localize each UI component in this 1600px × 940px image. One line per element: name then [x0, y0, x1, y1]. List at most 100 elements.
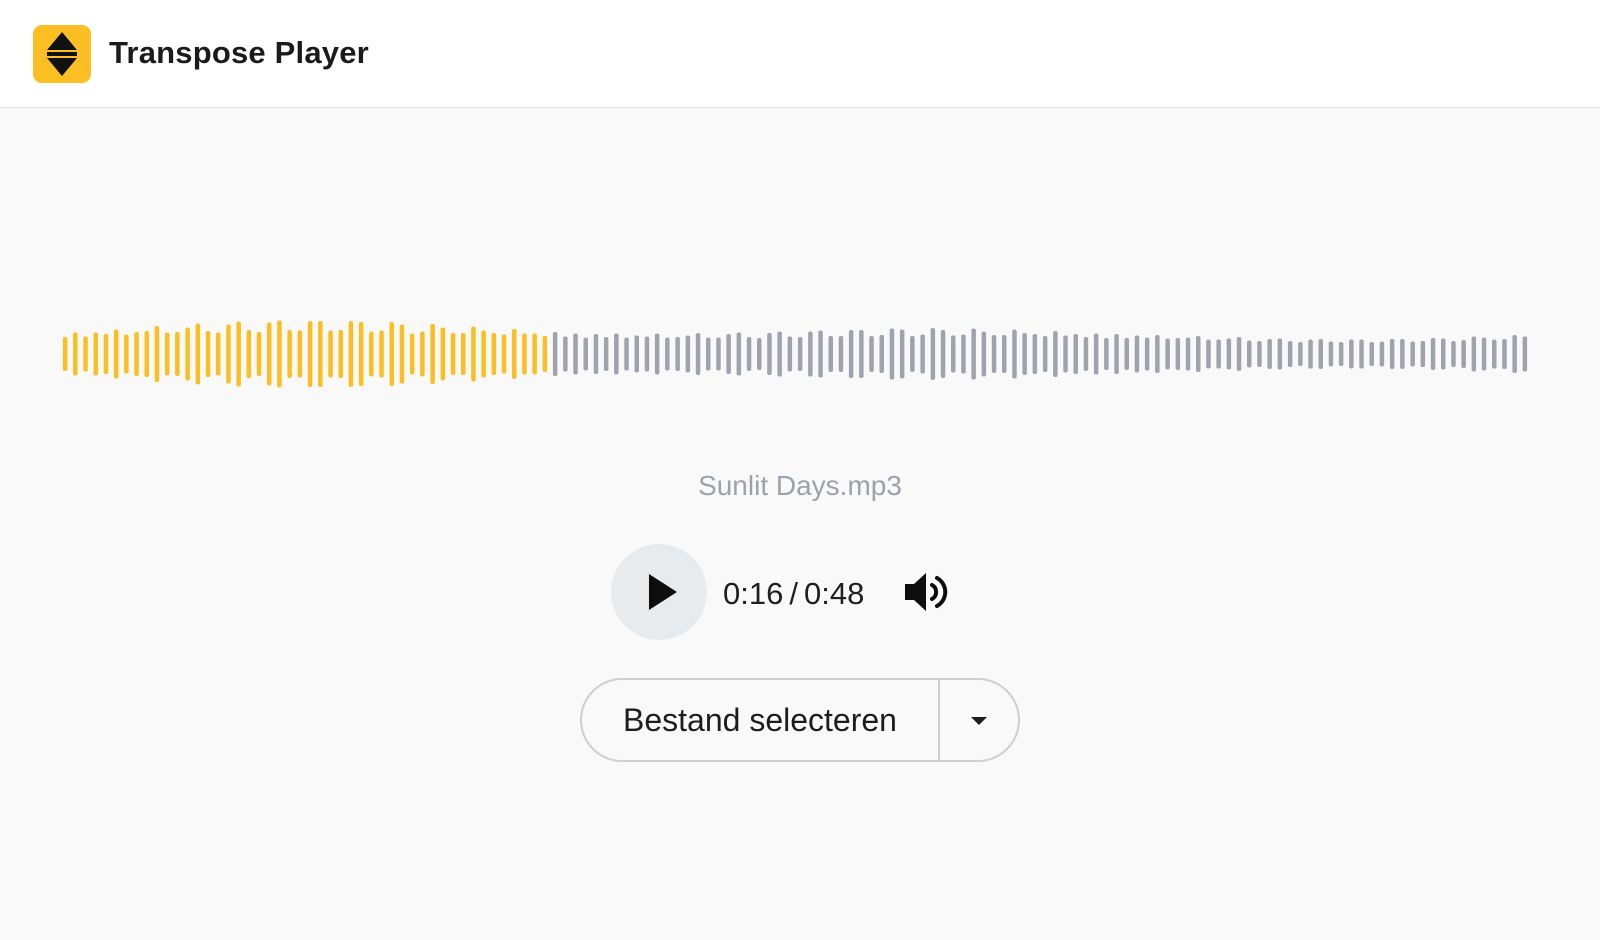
waveform-bar — [685, 335, 691, 373]
waveform-bar — [216, 332, 221, 376]
file-options-dropdown[interactable] — [940, 680, 1018, 760]
waveform-bar — [175, 332, 180, 376]
waveform-bar — [726, 334, 731, 374]
waveform-bar — [716, 337, 721, 371]
waveform-bar — [1328, 341, 1334, 367]
waveform-bar — [154, 326, 160, 382]
waveform-bar — [1226, 338, 1232, 370]
waveform-bar — [348, 321, 354, 387]
waveform-bar — [236, 321, 241, 387]
waveform-bar — [1512, 335, 1517, 373]
waveform-bar — [1022, 333, 1027, 375]
waveform-seekbar[interactable] — [60, 316, 1530, 392]
waveform-bar — [930, 328, 936, 380]
waveform-bar — [297, 330, 303, 378]
waveform-bar — [369, 331, 374, 377]
waveform-bar — [328, 330, 333, 378]
waveform-bar — [828, 336, 833, 372]
waveform-bar — [501, 334, 507, 374]
waveform-bar — [624, 337, 629, 371]
waveform-bar — [73, 332, 78, 376]
time-separator: / — [789, 576, 798, 611]
waveform-bar — [1002, 335, 1007, 373]
waveform-bar — [634, 335, 639, 373]
waveform-bar — [399, 324, 405, 384]
waveform-bar — [818, 330, 823, 378]
waveform-bar — [1349, 339, 1354, 369]
waveform-bar — [1073, 334, 1078, 374]
waveform-bar — [461, 333, 466, 375]
waveform-bar — [961, 334, 966, 374]
waveform-bar — [338, 330, 343, 378]
waveform-bar — [1389, 339, 1395, 369]
waveform-bar — [951, 335, 956, 373]
waveform-bar — [1369, 342, 1374, 366]
select-file-button[interactable]: Bestand selecteren — [582, 680, 940, 760]
waveform-bar — [1083, 337, 1089, 371]
waveform-bar — [1359, 339, 1364, 369]
waveform-bar — [246, 330, 252, 378]
waveform-bar — [665, 337, 670, 371]
waveform-bar — [481, 330, 486, 378]
waveform-bar — [1134, 335, 1140, 373]
waveform-bars — [62, 320, 1528, 388]
waveform-bar — [522, 333, 527, 375]
waveform-bar — [93, 332, 98, 376]
waveform-bar — [226, 324, 231, 384]
waveform-bar — [1063, 335, 1068, 373]
waveform-bar — [1492, 339, 1497, 369]
waveform-bar — [103, 334, 109, 374]
caret-down-icon — [971, 717, 987, 725]
waveform-bar — [389, 322, 394, 386]
file-select-group: Bestand selecteren — [580, 678, 1020, 762]
current-time: 0:16 — [723, 576, 784, 611]
waveform-bar — [981, 331, 987, 377]
waveform-bar — [1318, 339, 1323, 369]
waveform-bar — [603, 337, 609, 371]
waveform-bar — [654, 333, 660, 375]
volume-high-icon — [905, 573, 948, 611]
waveform-bar — [767, 333, 772, 375]
waveform-bar — [869, 336, 874, 372]
waveform-bar — [1522, 336, 1528, 372]
waveform-bar — [1124, 338, 1129, 370]
waveform-bar — [1012, 329, 1017, 379]
waveform-bar — [675, 337, 680, 371]
waveform-bar — [430, 324, 435, 384]
waveform-bar — [848, 330, 854, 378]
waveform-bar — [777, 331, 782, 377]
waveform-bar — [379, 330, 384, 378]
waveform-bar — [1308, 339, 1313, 369]
track-filename: Sunlit Days.mp3 — [698, 470, 902, 501]
waveform-bar — [134, 332, 139, 376]
volume-button[interactable] — [903, 569, 953, 615]
waveform-bar — [267, 322, 272, 386]
waveform-bar — [706, 337, 711, 371]
playback-controls: 0:16/0:48 — [611, 544, 1011, 640]
waveform-bar — [1185, 337, 1191, 371]
waveform-bar — [1155, 335, 1160, 373]
waveform-bar — [307, 321, 313, 387]
up-down-arrows-icon — [47, 32, 77, 76]
waveform-bar — [205, 331, 211, 377]
waveform-bar — [736, 332, 742, 376]
waveform-bar — [644, 336, 650, 372]
waveform-bar — [532, 333, 537, 375]
waveform-bar — [1410, 341, 1415, 367]
waveform-bar — [787, 336, 793, 372]
waveform-bar — [1287, 341, 1293, 367]
waveform-bar — [920, 334, 925, 374]
duration: 0:48 — [803, 576, 865, 611]
waveform-bar — [195, 323, 201, 385]
waveform-bar — [1165, 338, 1170, 370]
waveform-bar — [1338, 342, 1344, 366]
waveform-bar — [797, 337, 803, 371]
play-icon — [649, 574, 677, 610]
waveform-bar — [879, 335, 884, 373]
play-button[interactable] — [611, 544, 707, 640]
waveform-bar — [1298, 342, 1303, 366]
waveform-bar — [450, 333, 456, 375]
waveform-bar — [889, 328, 895, 380]
waveform-bar — [113, 329, 119, 379]
waveform-bar — [358, 322, 364, 386]
